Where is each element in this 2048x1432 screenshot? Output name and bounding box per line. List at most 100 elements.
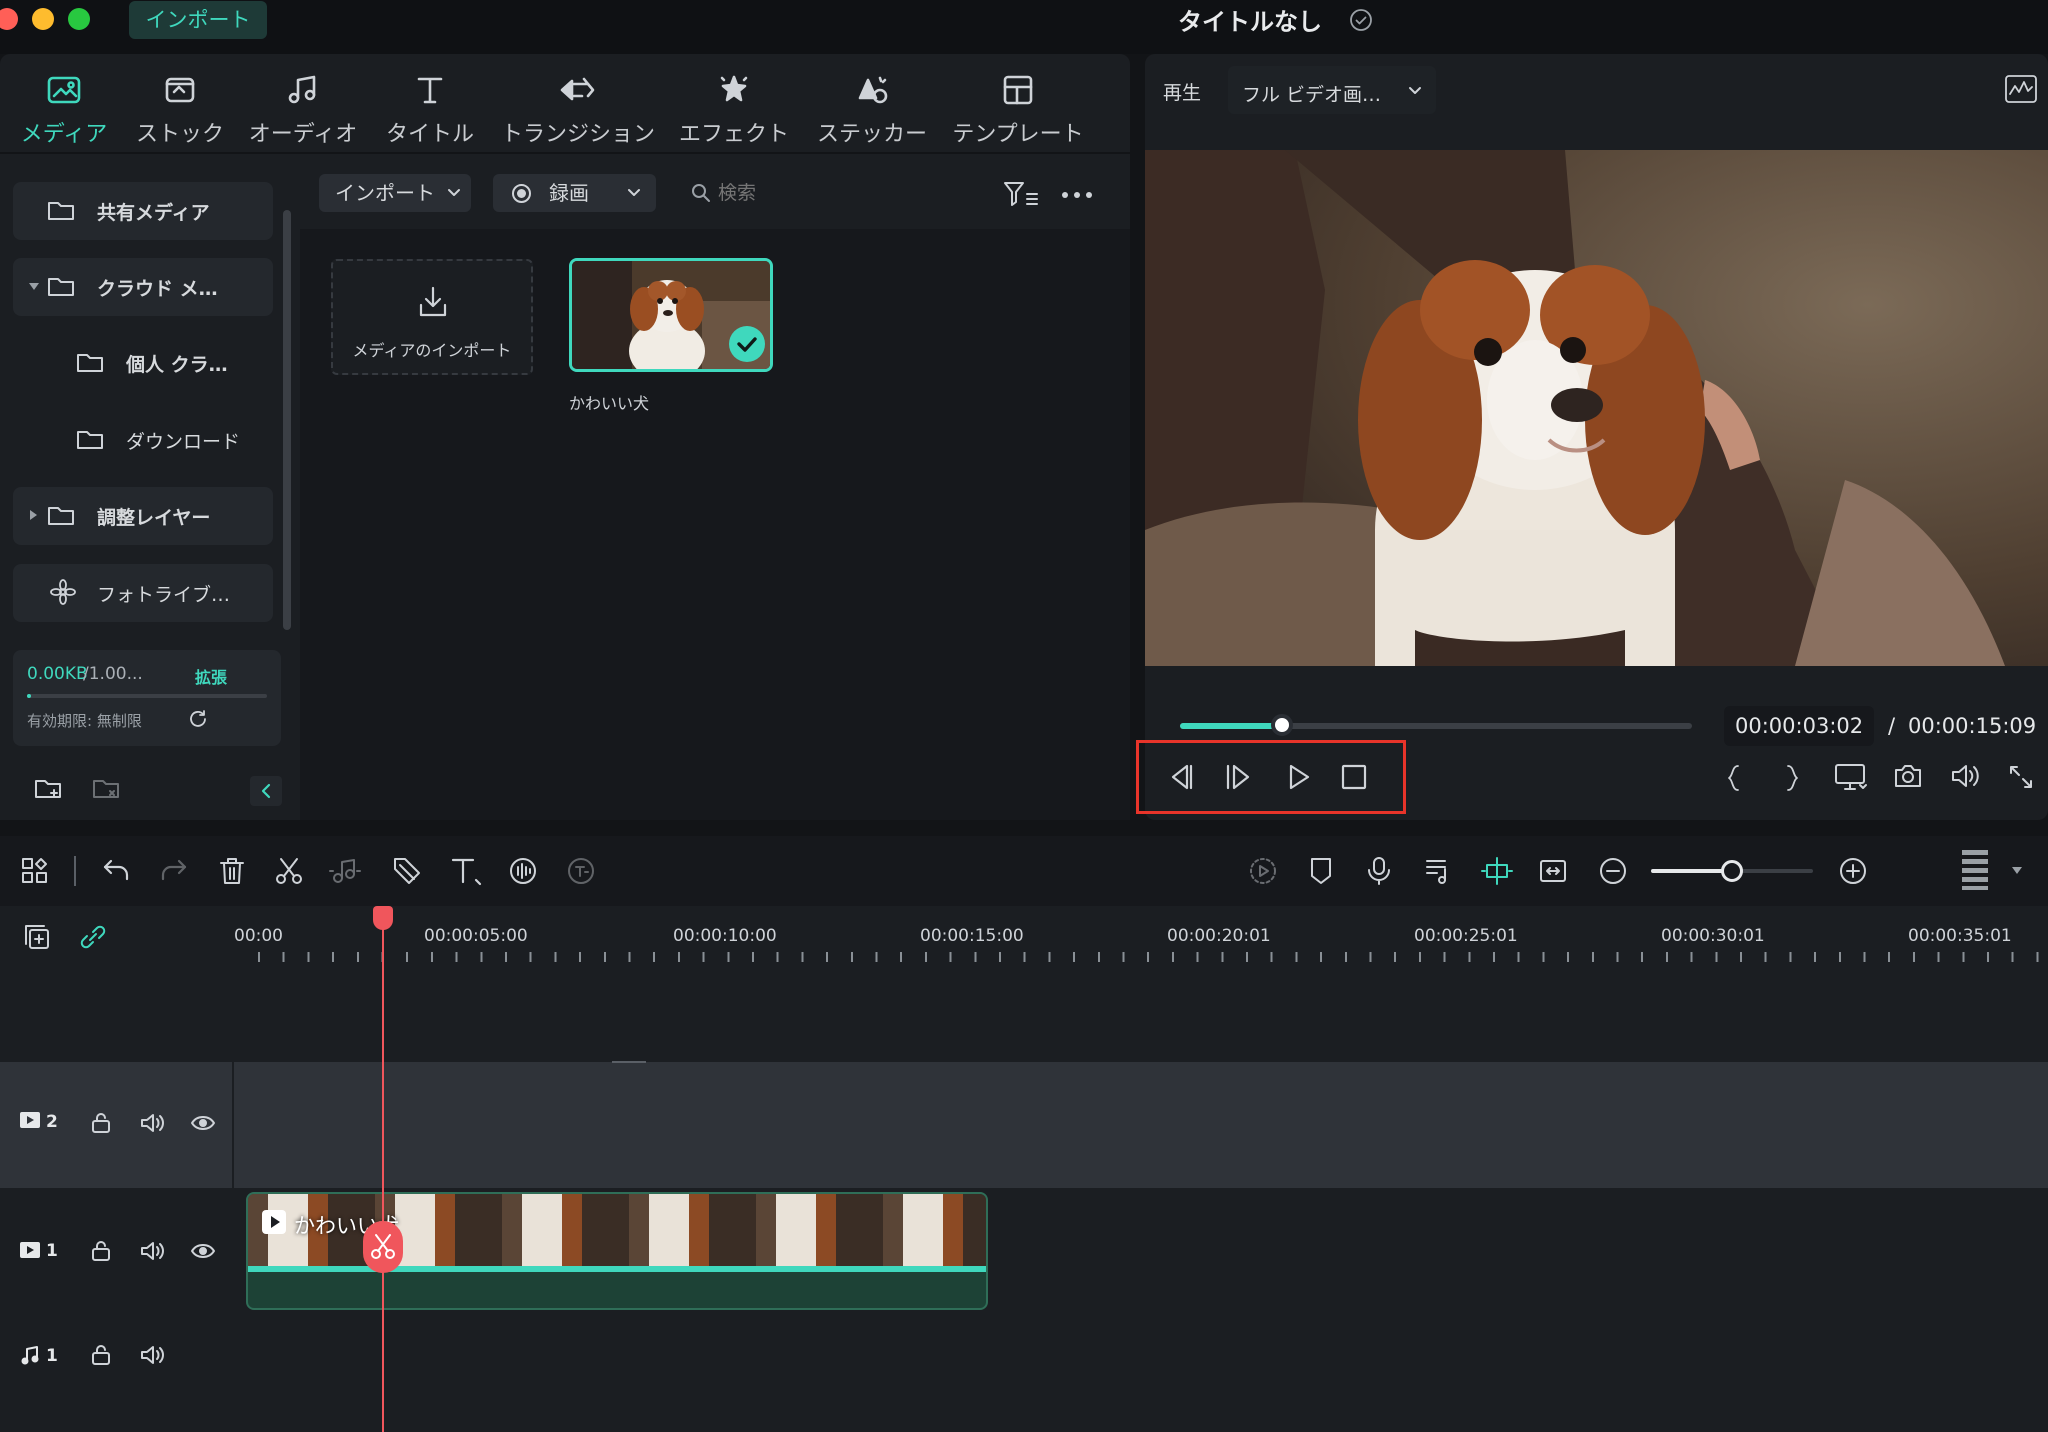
sidebar-item-shared-media[interactable]: 共有メディア <box>13 182 273 240</box>
sidebar-item-adjustment-layer[interactable]: 調整レイヤー <box>13 487 273 545</box>
render-preview-icon[interactable] <box>1248 856 1278 886</box>
mark-in-icon[interactable] <box>1726 764 1742 792</box>
audio-detach-icon[interactable] <box>328 856 362 886</box>
audio-mixer-icon[interactable] <box>1424 856 1454 886</box>
lock-icon[interactable] <box>90 1240 112 1262</box>
search-field[interactable] <box>688 174 988 212</box>
mark-out-icon[interactable] <box>1784 764 1800 792</box>
import-dropdown[interactable]: インポート <box>319 174 471 212</box>
new-folder-icon[interactable] <box>34 776 64 802</box>
lock-icon[interactable] <box>90 1112 112 1134</box>
video-track-icon <box>20 1242 40 1258</box>
waveform-monitor-icon[interactable] <box>2004 74 2038 104</box>
minimize-window-button[interactable] <box>32 8 54 30</box>
sidebar-scrollbar[interactable] <box>283 210 291 630</box>
record-dropdown[interactable]: 録画 <box>493 174 656 212</box>
undo-icon[interactable] <box>102 856 132 884</box>
zoom-window-button[interactable] <box>68 8 90 30</box>
delete-folder-icon[interactable] <box>92 776 122 802</box>
marker-shield-icon[interactable] <box>1308 856 1334 886</box>
stop-icon[interactable] <box>1341 764 1367 790</box>
tag-icon[interactable] <box>392 856 422 886</box>
import-menu-chip[interactable]: インポート <box>129 1 267 39</box>
track-resize-handle[interactable] <box>612 1061 646 1063</box>
next-frame-icon[interactable] <box>1224 762 1254 792</box>
tab-audio[interactable]: オーディオ <box>243 68 363 148</box>
dog-video-frame <box>1145 150 2048 666</box>
caret-right-icon[interactable] <box>30 510 37 520</box>
add-track-icon[interactable] <box>22 922 52 952</box>
text-tool-icon[interactable] <box>450 856 484 886</box>
playhead-handle[interactable] <box>373 906 393 930</box>
lock-icon[interactable] <box>90 1344 112 1366</box>
tab-effect[interactable]: エフェクト <box>678 68 790 148</box>
track-separator <box>232 1062 234 1188</box>
tab-title[interactable]: タイトル <box>378 68 482 148</box>
caret-down-icon[interactable] <box>29 283 39 290</box>
refresh-icon[interactable] <box>187 708 209 730</box>
track-number: 1 <box>46 1346 58 1366</box>
eye-visibility-icon[interactable] <box>190 1114 216 1132</box>
layout-grid-icon[interactable] <box>20 856 50 886</box>
filter-sort-icon[interactable] <box>1003 180 1039 208</box>
volume-icon[interactable] <box>1950 762 1980 790</box>
tab-template[interactable]: テンプレート <box>950 68 1086 148</box>
template-icon <box>950 68 1086 112</box>
snap-magnet-icon[interactable] <box>1480 856 1514 886</box>
tab-label: テンプレート <box>952 122 1084 147</box>
speaker-icon[interactable] <box>140 1344 166 1366</box>
previous-frame-icon[interactable] <box>1165 762 1195 792</box>
tab-label: エフェクト <box>678 122 789 147</box>
expand-storage-link[interactable]: 拡張 <box>195 664 227 688</box>
sidebar-item-cloud-media[interactable]: クラウド メ… <box>13 258 273 316</box>
link-chain-icon[interactable] <box>78 922 108 952</box>
media-clip-name: かわいい犬 <box>569 394 650 413</box>
record-icon <box>512 184 531 203</box>
media-clip-thumbnail[interactable] <box>569 258 773 372</box>
auto-caption-icon[interactable] <box>566 856 596 886</box>
tab-media[interactable]: メディア <box>12 68 116 148</box>
quality-dropdown[interactable]: フル ビデオ画… <box>1228 66 1436 114</box>
current-time: 00:00:03:02 <box>1735 714 1864 738</box>
sidebar-item-label: ダウンロード <box>126 431 241 453</box>
search-input[interactable] <box>718 178 968 208</box>
delete-trash-icon[interactable] <box>218 856 246 886</box>
tab-stock[interactable]: ストック <box>128 68 232 148</box>
sidebar-item-downloads[interactable]: ダウンロード <box>13 411 273 469</box>
seek-bar[interactable] <box>1180 723 1692 729</box>
redo-icon[interactable] <box>158 856 188 884</box>
sidebar-item-personal-cloud[interactable]: 個人 クラ… <box>13 334 273 392</box>
playhead-split-button[interactable] <box>363 1221 403 1273</box>
ruler-label: 00:00:15:00 <box>920 926 1024 946</box>
snapshot-camera-icon[interactable] <box>1893 762 1923 790</box>
track-height-icon[interactable] <box>1962 850 1988 890</box>
zoom-out-icon[interactable] <box>1598 856 1628 886</box>
tab-transition[interactable]: トランジション <box>500 68 656 148</box>
fullscreen-icon[interactable] <box>2008 764 2034 790</box>
audio-wave-icon[interactable] <box>508 856 540 886</box>
eye-visibility-icon[interactable] <box>190 1242 216 1260</box>
caret-down-icon[interactable] <box>2012 867 2022 874</box>
display-settings-icon[interactable] <box>1834 762 1868 792</box>
effect-icon <box>678 68 790 112</box>
library-tabs: メディア ストック オーディオ タイトル トランジション エフェクト ステッカー… <box>0 54 1130 154</box>
sidebar-item-photo-library[interactable]: フォトライブ… <box>13 564 273 622</box>
play-icon[interactable] <box>1285 762 1313 792</box>
fit-timeline-icon[interactable] <box>1538 856 1568 886</box>
tab-sticker[interactable]: ステッカー <box>810 68 934 148</box>
timeline-video-clip[interactable]: かわいい犬 <box>246 1192 988 1310</box>
time-ruler[interactable]: 00:00 00:00:05:00 00:00:10:00 00:00:15:0… <box>232 906 2048 966</box>
collapse-sidebar-button[interactable] <box>250 776 282 806</box>
microphone-icon[interactable] <box>1366 856 1392 886</box>
more-options-icon[interactable] <box>1062 192 1094 198</box>
folder-icon <box>76 427 104 451</box>
current-time-box[interactable]: 00:00:03:02 <box>1724 706 1874 746</box>
zoom-slider-handle[interactable] <box>1721 860 1743 882</box>
import-media-tile[interactable]: メディアのインポート <box>331 259 533 375</box>
speaker-icon[interactable] <box>140 1112 166 1134</box>
quality-label: フル ビデオ画… <box>1242 84 1382 106</box>
split-scissors-icon[interactable] <box>274 856 304 886</box>
video-preview[interactable] <box>1145 150 2048 666</box>
zoom-in-icon[interactable] <box>1838 856 1868 886</box>
speaker-icon[interactable] <box>140 1240 166 1262</box>
